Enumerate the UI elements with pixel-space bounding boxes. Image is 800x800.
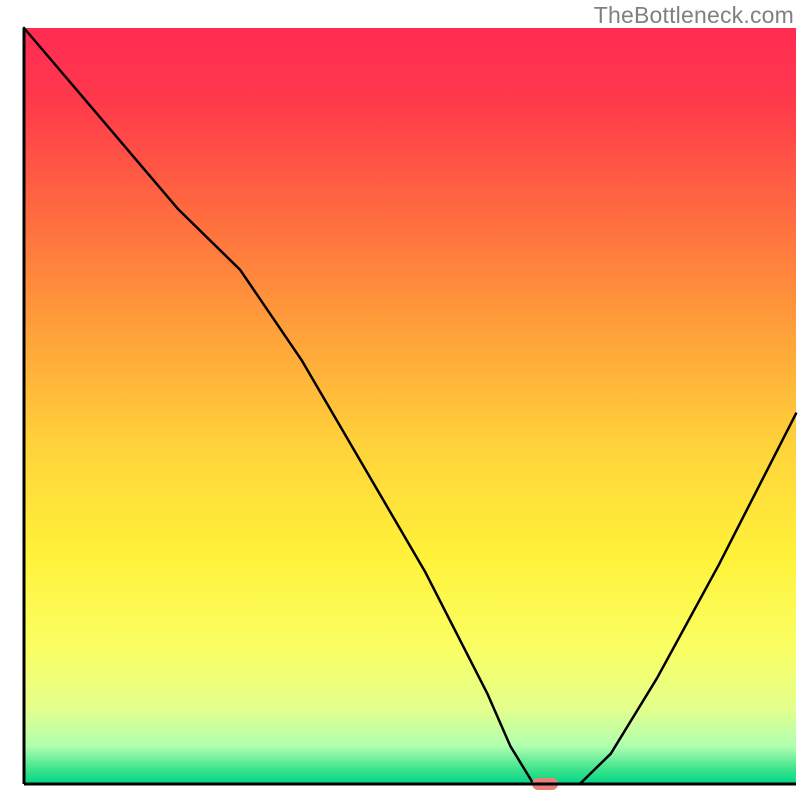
bottleneck-chart <box>0 0 800 800</box>
watermark-text: TheBottleneck.com <box>594 2 794 29</box>
plot-background <box>24 28 796 784</box>
chart-container: { "watermark": "TheBottleneck.com", "cha… <box>0 0 800 800</box>
plot-area <box>24 28 796 790</box>
